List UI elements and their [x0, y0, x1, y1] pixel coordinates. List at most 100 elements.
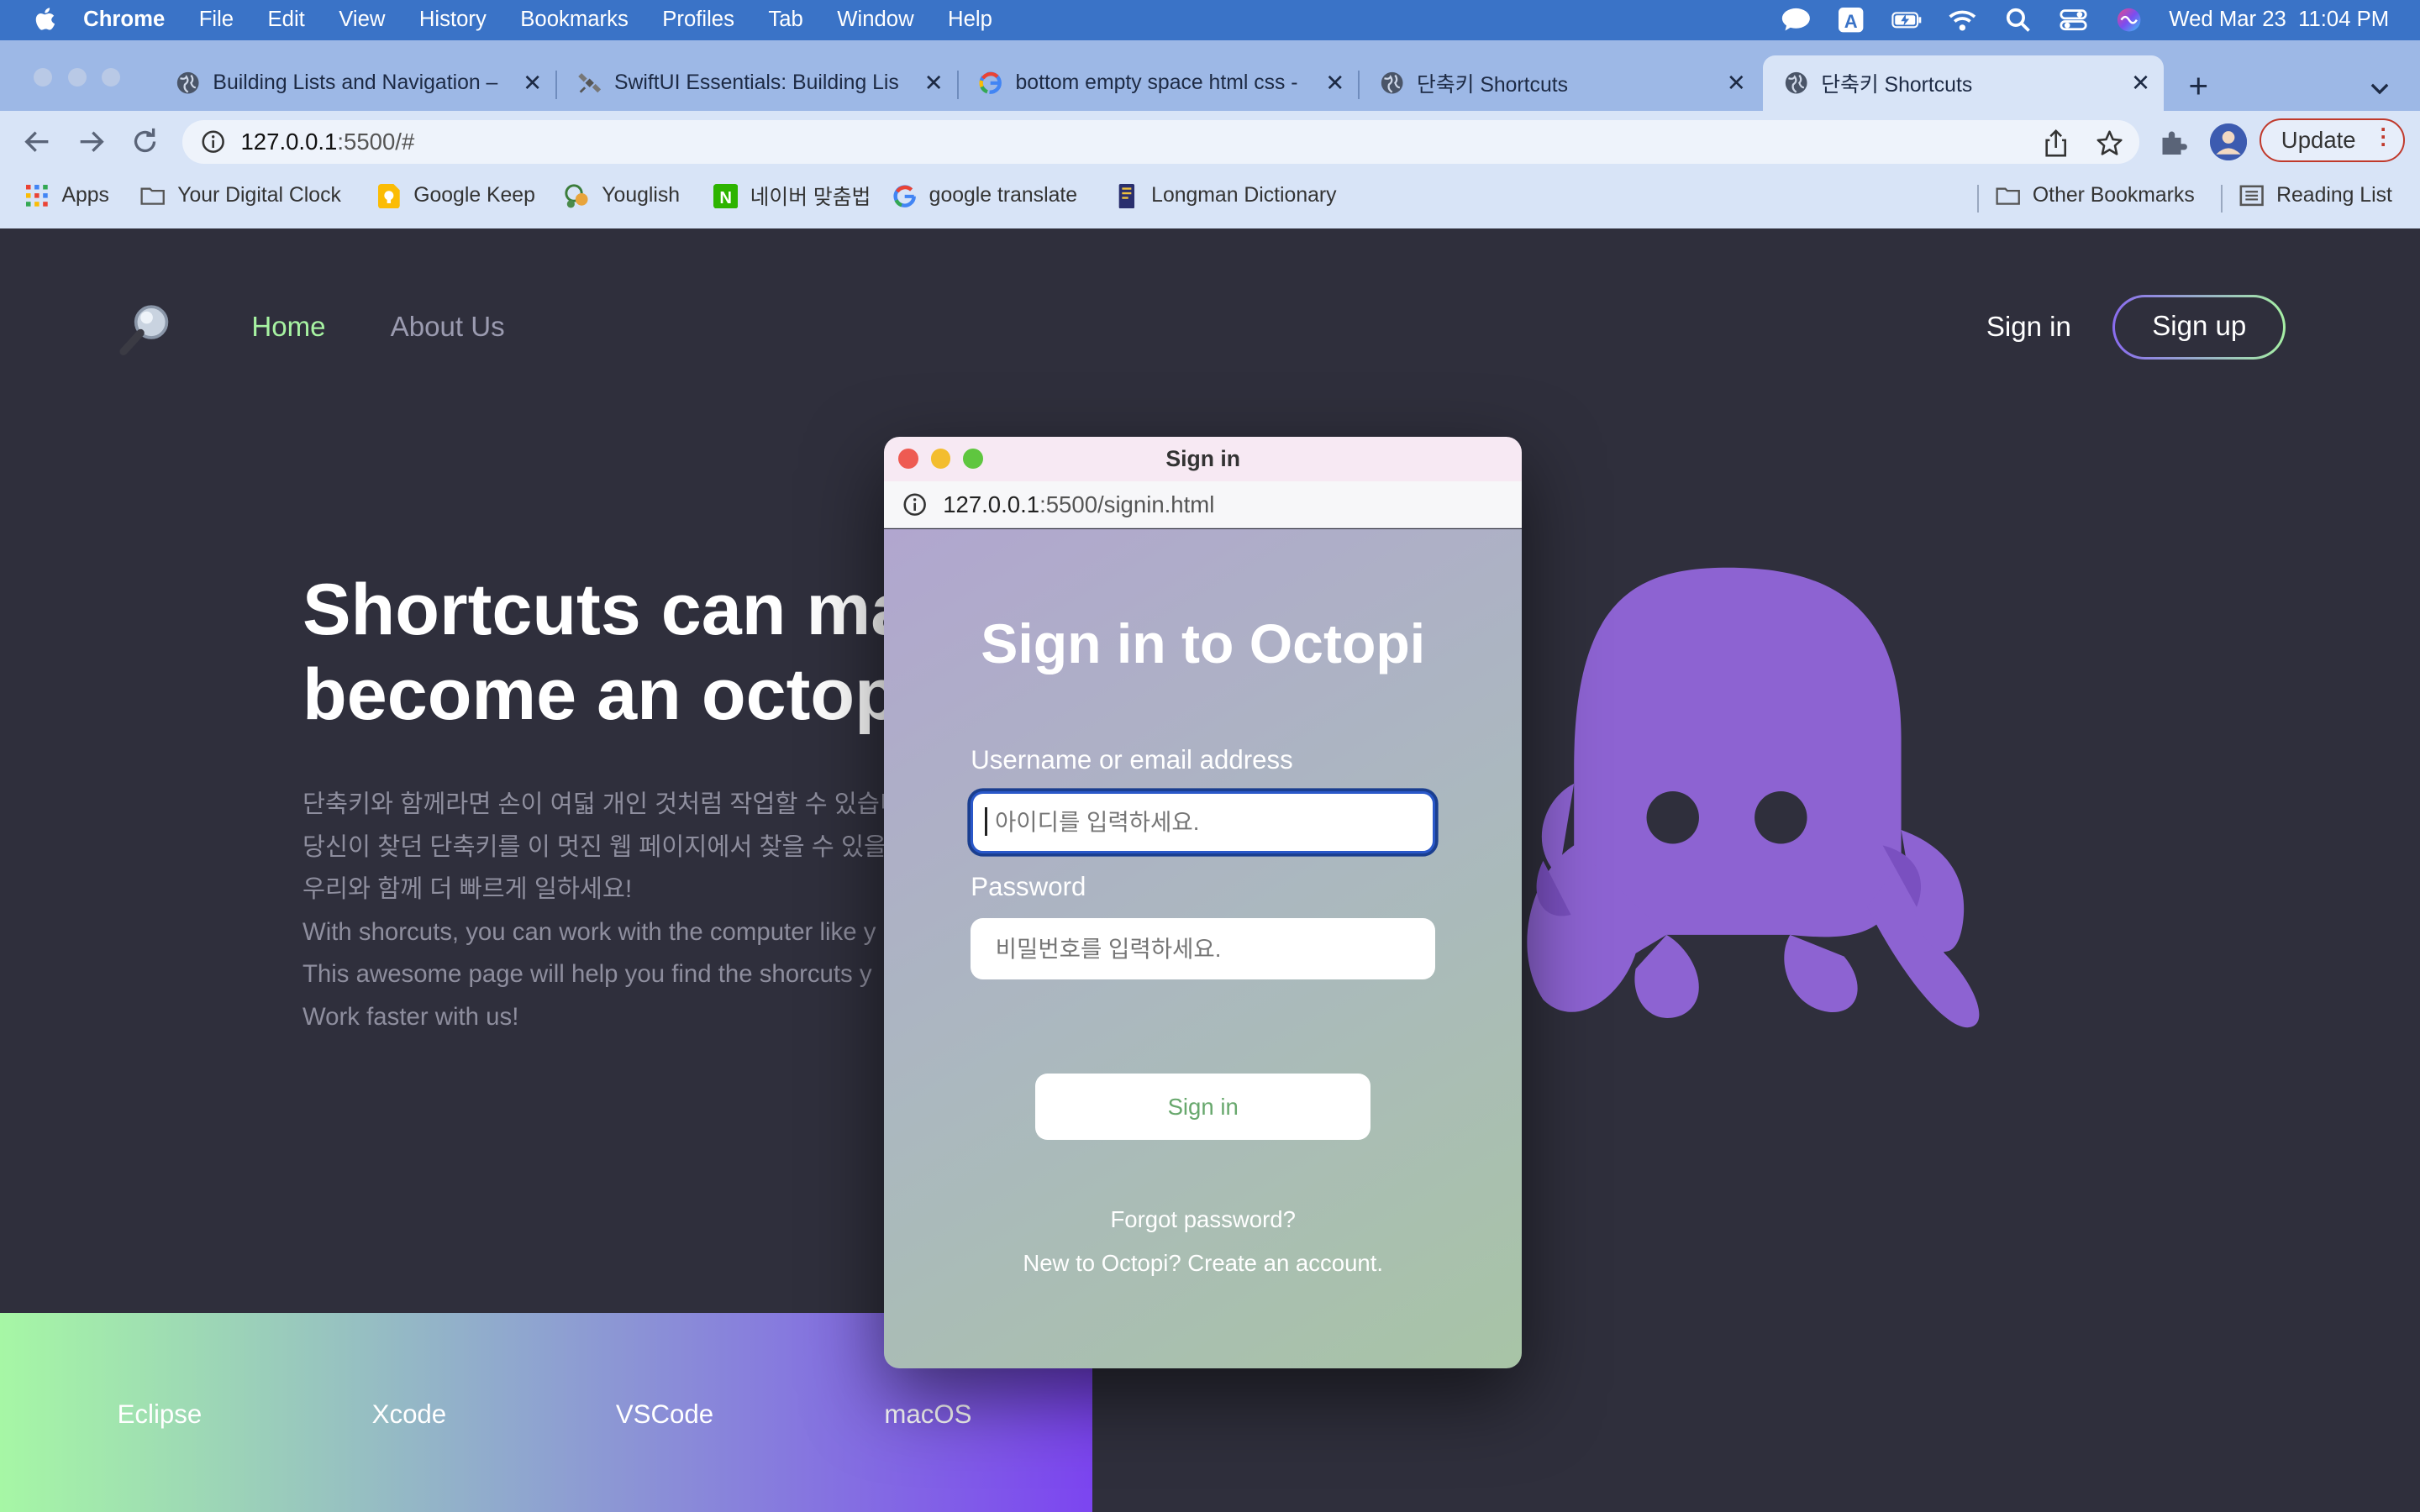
- google-icon: [892, 184, 917, 208]
- bookmark-label: Google Keep: [413, 184, 535, 207]
- octopus-illustration: [1481, 537, 2006, 1061]
- menu-view[interactable]: View: [339, 8, 385, 32]
- nav-home-link[interactable]: Home: [251, 312, 325, 344]
- close-tab-icon[interactable]: ✕: [1321, 70, 1349, 97]
- tab-shortcuts[interactable]: 단축키 Shortcuts ✕: [1358, 55, 1760, 111]
- sign-up-button[interactable]: Sign up: [2112, 295, 2286, 360]
- menu-bookmarks[interactable]: Bookmarks: [520, 8, 629, 32]
- update-button[interactable]: Update · · ·: [2259, 118, 2405, 162]
- bookmark-other-bookmarks[interactable]: Other Bookmarks: [1996, 173, 2195, 219]
- messages-icon[interactable]: [1781, 8, 1812, 32]
- popup-zoom-icon[interactable]: [963, 449, 983, 470]
- address-bar[interactable]: 127.0.0.1:5500/#: [182, 120, 2139, 164]
- password-input[interactable]: [971, 917, 1436, 980]
- menu-help[interactable]: Help: [948, 8, 992, 32]
- popup-traffic-lights: [897, 449, 983, 470]
- bookmark-apps[interactable]: Apps: [24, 173, 109, 219]
- tab-title: 단축키 Shortcuts: [1821, 74, 1973, 97]
- tool-link-xcode[interactable]: Xcode: [372, 1399, 447, 1430]
- control-center-icon[interactable]: [2058, 8, 2089, 32]
- popup-title-bar[interactable]: Sign in: [884, 436, 1522, 482]
- close-tab-icon[interactable]: ✕: [1723, 70, 1750, 97]
- tab-shortcuts-active[interactable]: 단축키 Shortcuts ✕: [1762, 55, 2165, 112]
- url-host: 127.0.0.1: [240, 128, 338, 155]
- reading-list-button[interactable]: Reading List: [2239, 173, 2392, 219]
- forgot-password-link[interactable]: Forgot password?: [884, 1206, 1522, 1233]
- forward-arrow-icon[interactable]: [76, 127, 107, 158]
- bookmark-label: Apps: [61, 184, 109, 207]
- bookmark-star-icon[interactable]: [2096, 129, 2123, 163]
- menu-history[interactable]: History: [419, 8, 487, 32]
- profile-avatar[interactable]: [2210, 123, 2248, 160]
- tab-building-lists[interactable]: Building Lists and Navigation – ✕: [155, 55, 558, 111]
- menu-tab[interactable]: Tab: [768, 8, 802, 32]
- sign-in-submit-button[interactable]: Sign in: [1035, 1074, 1370, 1141]
- update-label: Update: [2281, 127, 2356, 154]
- magnifier-logo-icon[interactable]: [114, 299, 176, 360]
- close-window-icon[interactable]: [34, 67, 53, 87]
- folder-icon: [140, 184, 166, 208]
- tab-title: bottom empty space html css -: [1015, 71, 1298, 95]
- sign-in-link[interactable]: Sign in: [1986, 312, 2071, 344]
- siri-icon[interactable]: [2113, 8, 2144, 32]
- popup-window-title: Sign in: [1165, 445, 1241, 471]
- tab-title: Building Lists and Navigation –: [213, 71, 498, 95]
- bookmark-naver[interactable]: N 네이버 맞춤법: [713, 173, 871, 219]
- youglish-icon: [565, 183, 589, 208]
- username-input[interactable]: [971, 791, 1436, 853]
- bookmark-google-keep[interactable]: Google Keep: [376, 173, 535, 219]
- close-tab-icon[interactable]: ✕: [518, 70, 546, 97]
- reload-icon[interactable]: [129, 127, 160, 158]
- tab-search-chevron-down-icon[interactable]: [2370, 74, 2389, 102]
- site-info-icon[interactable]: [201, 129, 225, 154]
- browser-tab-strip: Building Lists and Navigation – ✕ SwiftU…: [0, 39, 2420, 112]
- close-tab-icon[interactable]: ✕: [920, 70, 948, 97]
- nav-about-link[interactable]: About Us: [391, 312, 505, 344]
- apple-logo-icon[interactable]: [34, 6, 61, 34]
- tool-link-eclipse[interactable]: Eclipse: [118, 1399, 203, 1430]
- extensions-puzzle-icon[interactable]: [2158, 127, 2189, 165]
- create-account-link[interactable]: New to Octopi? Create an account.: [884, 1250, 1522, 1277]
- popup-close-icon[interactable]: [897, 449, 918, 470]
- bookmark-longman-dictionary[interactable]: Longman Dictionary: [1114, 173, 1337, 219]
- bookmark-youglish[interactable]: Youglish: [565, 173, 680, 219]
- back-arrow-icon[interactable]: [22, 127, 53, 158]
- bookmarks-bar: Apps Your Digital Clock Google Keep Youg…: [0, 172, 2420, 229]
- menubar-clock[interactable]: Wed Mar 23 11:04 PM: [2169, 8, 2389, 32]
- popup-minimize-icon[interactable]: [930, 449, 951, 470]
- popup-url-bar[interactable]: 127.0.0.1:5500/signin.html: [884, 481, 1522, 529]
- tool-link-macos[interactable]: macOS: [884, 1399, 971, 1430]
- share-icon[interactable]: [2044, 129, 2068, 163]
- site-info-icon[interactable]: [902, 492, 927, 517]
- naver-icon: N: [713, 183, 738, 208]
- close-tab-icon[interactable]: ✕: [2127, 70, 2154, 97]
- battery-icon[interactable]: [1891, 8, 1923, 32]
- tab-google-search[interactable]: bottom empty space html css - ✕: [957, 55, 1360, 111]
- menu-app-chrome[interactable]: Chrome: [83, 8, 165, 32]
- tab-title: SwiftUI Essentials: Building Lis: [613, 71, 899, 95]
- menu-file[interactable]: File: [199, 8, 234, 32]
- mac-menu-bar: Chrome File Edit View History Bookmarks …: [0, 0, 2420, 40]
- menu-window[interactable]: Window: [837, 8, 913, 32]
- minimize-window-icon[interactable]: [67, 67, 87, 87]
- sign-in-heading: Sign in to Octopi: [981, 613, 1426, 676]
- zoom-window-icon[interactable]: [102, 67, 121, 87]
- menu-profiles[interactable]: Profiles: [662, 8, 734, 32]
- bookmark-your-digital-clock[interactable]: Your Digital Clock: [140, 173, 341, 219]
- new-tab-plus-icon[interactable]: +: [2188, 66, 2208, 106]
- apps-grid-icon: [24, 184, 49, 208]
- chrome-menu-dots-icon[interactable]: · · ·: [2381, 119, 2388, 156]
- tool-link-vscode[interactable]: VSCode: [616, 1399, 713, 1430]
- svg-text:A: A: [1844, 11, 1858, 32]
- password-label: Password: [971, 871, 1086, 901]
- folder-icon: [1996, 184, 2020, 208]
- svg-text:N: N: [719, 189, 732, 207]
- spotlight-search-icon[interactable]: [2002, 8, 2033, 33]
- globe-icon: [1380, 71, 1404, 95]
- wifi-icon[interactable]: [1947, 8, 1978, 32]
- popup-url-path: :5500/signin.html: [1039, 491, 1215, 517]
- menu-edit[interactable]: Edit: [268, 8, 305, 32]
- tab-swiftui-essentials[interactable]: SwiftUI Essentials: Building Lis ✕: [555, 55, 959, 111]
- input-source-icon[interactable]: A: [1836, 8, 1867, 33]
- bookmark-google-translate[interactable]: google translate: [892, 173, 1077, 219]
